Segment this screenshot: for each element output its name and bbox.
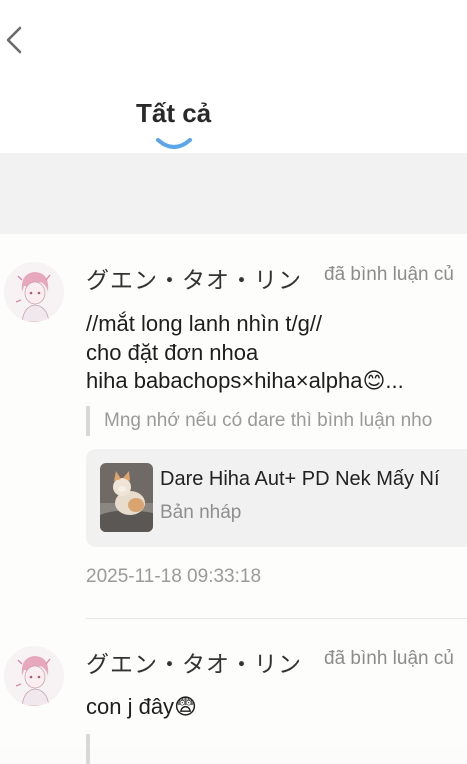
comment-action-label: đã bình luận củ bbox=[324, 264, 454, 285]
username[interactable]: グエン・タオ・リン bbox=[86, 261, 302, 295]
back-arrow-icon[interactable] bbox=[2, 22, 28, 58]
username[interactable]: グエン・タオ・リン bbox=[86, 645, 302, 679]
comment-action-label: đã bình luận củ bbox=[324, 648, 454, 669]
story-card[interactable]: Dare Hiha Aut+ PD Nek Mấy Ní Bản nháp bbox=[86, 449, 467, 547]
comment-feed: グエン・タオ・リン đã bình luận củ //mắt long lan… bbox=[0, 234, 467, 764]
quoted-text: Mng nhớ nếu có dare thì bình luận nho bbox=[86, 406, 432, 436]
tab-active-indicator bbox=[155, 136, 193, 150]
quoted-text bbox=[86, 734, 104, 764]
comment-text-line: //mắt long lanh nhìn t/g// bbox=[86, 311, 323, 336]
avatar[interactable] bbox=[4, 646, 64, 706]
comment-timestamp: 2025-11-18 09:33:18 bbox=[86, 566, 262, 587]
comment-text-line: con j đây😨 bbox=[86, 694, 197, 719]
story-thumbnail bbox=[100, 463, 153, 532]
story-title: Dare Hiha Aut+ PD Nek Mấy Ní bbox=[160, 468, 440, 490]
divider bbox=[86, 618, 467, 619]
avatar[interactable] bbox=[4, 262, 64, 322]
story-status: Bản nháp bbox=[160, 502, 242, 523]
tab-all[interactable]: Tất cả bbox=[136, 98, 211, 129]
tab-bar: Tất cả bbox=[0, 80, 467, 153]
comment-text-line: hiha babachops×hiha×alpha😊... bbox=[86, 368, 404, 393]
comment-text-line: cho đặt đơn nhoa bbox=[86, 340, 259, 365]
spacer-band bbox=[0, 153, 467, 234]
top-bar bbox=[0, 0, 467, 80]
